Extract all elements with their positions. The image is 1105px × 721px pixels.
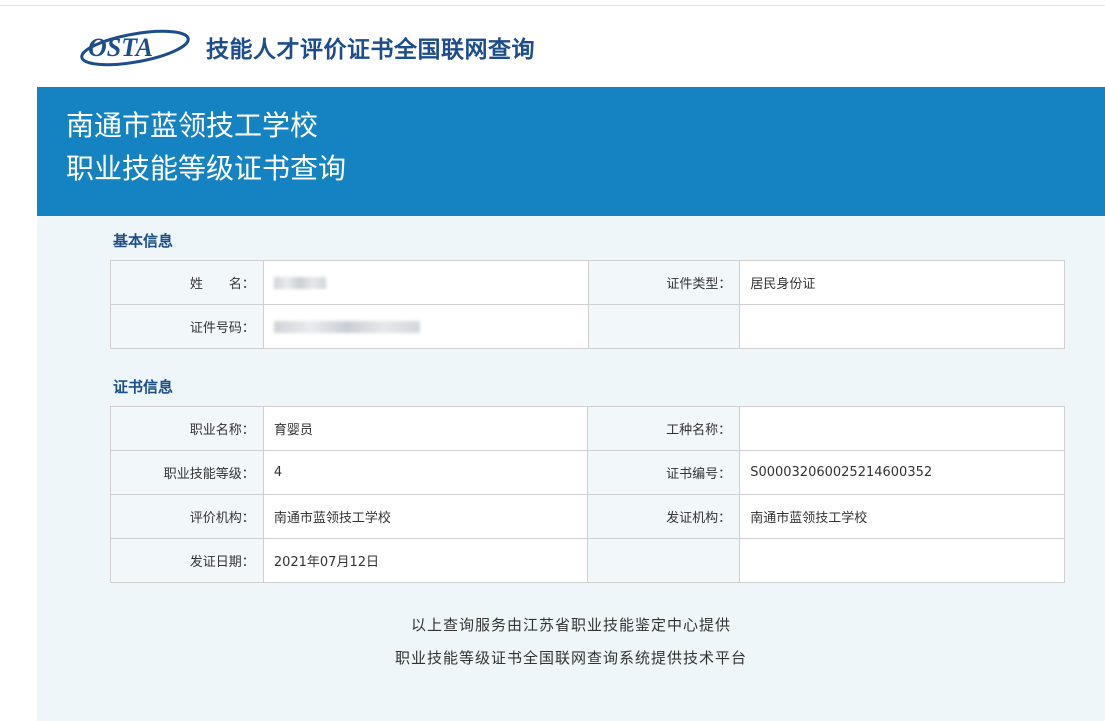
platform-note: 职业技能等级证书全国联网查询系统提供技术平台 (394, 649, 747, 667)
basic-info-table: 姓 名： 证件类型： 居民身份证 证件号码： (110, 260, 1065, 349)
table-row: 职业名称： 育婴员 工种名称： (110, 406, 1065, 451)
work-type-label: 工种名称： (587, 406, 741, 451)
eval-org-value: 南通市蓝领技工学校 (262, 494, 589, 539)
empty-value-cell (739, 538, 1065, 583)
id-type-label: 证件类型： (587, 260, 741, 305)
site-title: 技能人才评价证书全国联网查询 (206, 37, 535, 63)
level-value: 4 (262, 450, 589, 495)
table-row: 姓 名： 证件类型： 居民身份证 (110, 260, 1065, 305)
logo-text: OSTA (88, 33, 153, 62)
cert-info-title: 证书信息 (113, 378, 174, 396)
cert-number-label: 证书编号： (587, 450, 741, 495)
table-row: 发证日期： 2021年07月12日 (110, 538, 1065, 583)
name-value (262, 260, 589, 305)
issue-org-label: 发证机构： (587, 494, 741, 539)
occupation-label: 职业名称： (110, 406, 264, 451)
basic-info-title: 基本信息 (113, 232, 174, 250)
id-type-value: 居民身份证 (739, 260, 1065, 305)
empty-label-cell (587, 304, 741, 349)
page-heading: 职业技能等级证书查询 (66, 152, 347, 185)
occupation-value: 育婴员 (262, 406, 589, 451)
empty-label-cell (587, 538, 741, 583)
service-provider-note: 以上查询服务由江苏省职业技能鉴定中心提供 (410, 616, 731, 634)
osta-logo[interactable]: OSTA (78, 24, 192, 70)
name-label: 姓 名： (110, 260, 264, 305)
site-header: OSTA 技能人才评价证书全国联网查询 (78, 22, 535, 72)
issue-org-value: 南通市蓝领技工学校 (739, 494, 1065, 539)
page-banner: 南通市蓝领技工学校 职业技能等级证书查询 (37, 87, 1105, 216)
issue-date-value: 2021年07月12日 (262, 538, 589, 583)
table-row: 职业技能等级： 4 证书编号： S000032060025214600352 (110, 450, 1065, 495)
work-type-value (739, 406, 1065, 451)
redacted-id-number (273, 320, 420, 333)
redacted-name (273, 276, 326, 289)
issue-date-label: 发证日期： (110, 538, 264, 583)
school-name: 南通市蓝领技工学校 (66, 109, 319, 142)
table-row: 证件号码： (110, 304, 1065, 349)
result-panel: 基本信息 姓 名： 证件类型： 居民身份证 证件号码： 证书信息 职业名称： 育… (37, 216, 1105, 721)
top-divider (0, 5, 1105, 6)
empty-value-cell (739, 304, 1065, 349)
cert-number-value: S000032060025214600352 (739, 450, 1065, 495)
id-number-value (262, 304, 589, 349)
table-row: 评价机构： 南通市蓝领技工学校 发证机构： 南通市蓝领技工学校 (110, 494, 1065, 539)
cert-info-table: 职业名称： 育婴员 工种名称： 职业技能等级： 4 证书编号： S0000320… (110, 406, 1065, 583)
eval-org-label: 评价机构： (110, 494, 264, 539)
id-number-label: 证件号码： (110, 304, 264, 349)
level-label: 职业技能等级： (110, 450, 264, 495)
